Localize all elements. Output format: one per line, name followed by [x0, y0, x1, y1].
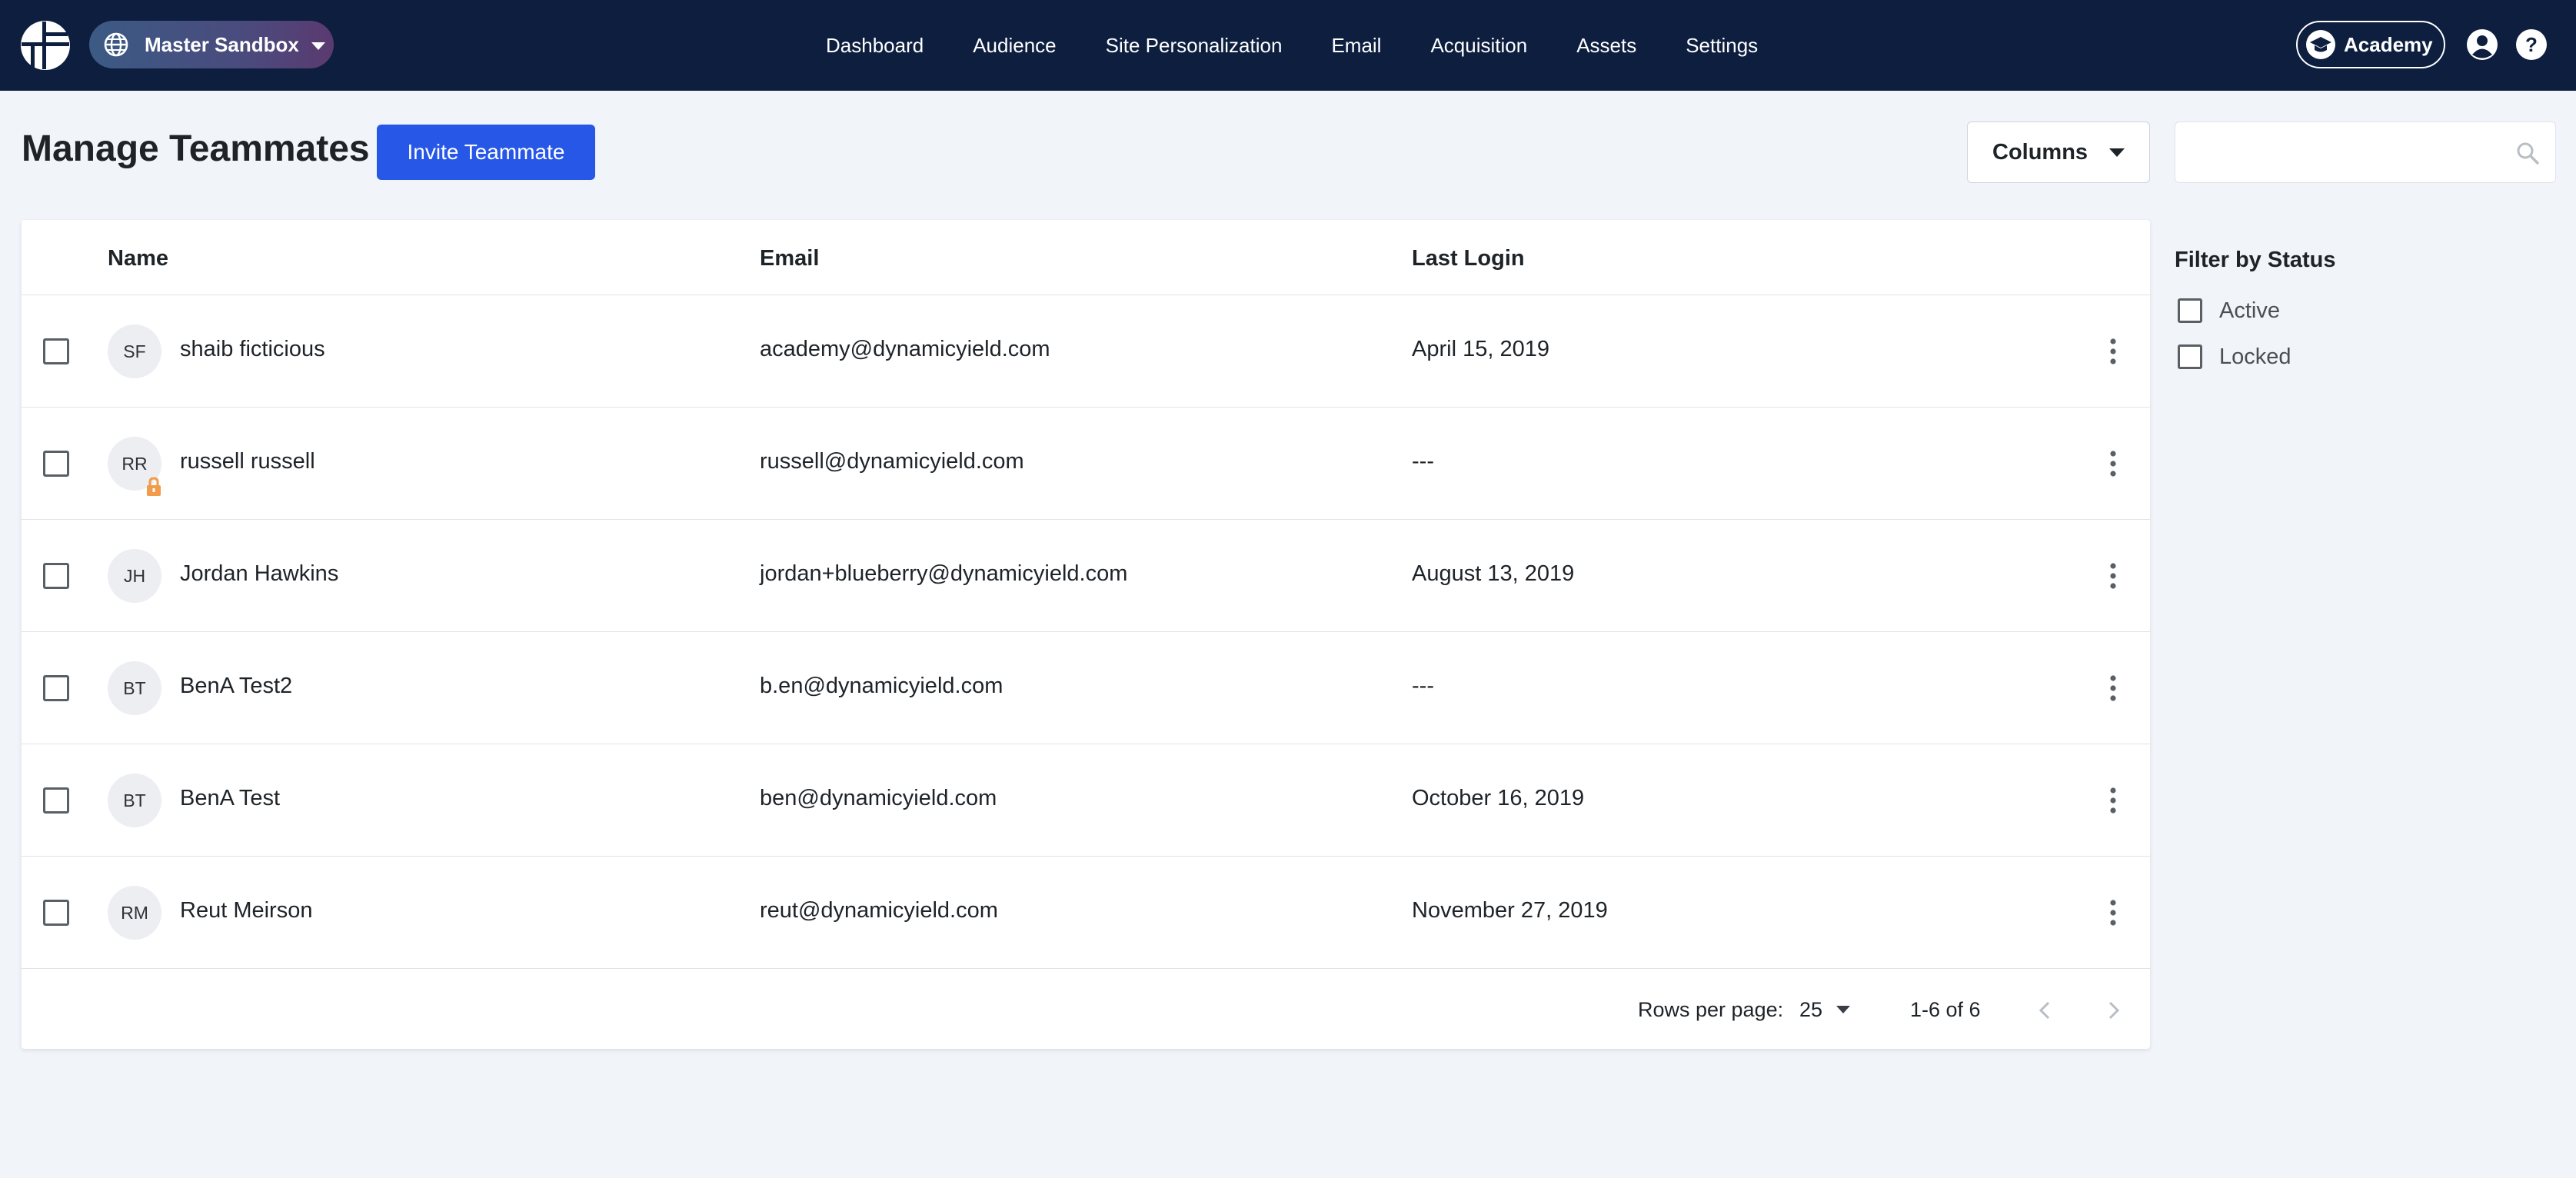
more-options-icon[interactable]	[2105, 334, 2121, 369]
last-login: April 15, 2019	[1412, 337, 1549, 361]
teammate-email: russell@dynamicyield.com	[760, 449, 1024, 474]
logo-icon[interactable]	[20, 20, 71, 71]
column-header-name[interactable]: Name	[108, 246, 168, 271]
last-login: November 27, 2019	[1412, 898, 1608, 923]
page-title: Manage Teammates	[22, 128, 370, 169]
table-row[interactable]: JH Jordan Hawkins jordan+blueberry@dynam…	[22, 520, 2150, 632]
search-box	[2175, 121, 2556, 183]
row-checkbox[interactable]	[43, 451, 69, 477]
chevron-right-icon[interactable]	[2098, 995, 2128, 1026]
table-row[interactable]: SF shaib ficticious academy@dynamicyield…	[22, 295, 2150, 408]
teammate-email: ben@dynamicyield.com	[760, 786, 997, 810]
globe-icon	[104, 32, 128, 57]
column-header-last-login[interactable]: Last Login	[1412, 246, 1525, 271]
teammate-email: b.en@dynamicyield.com	[760, 674, 1003, 698]
row-checkbox[interactable]	[43, 338, 69, 364]
table-row[interactable]: BT BenA Test ben@dynamicyield.com Octobe…	[22, 744, 2150, 857]
chevron-left-icon[interactable]	[2030, 995, 2061, 1026]
filter-checkbox-locked[interactable]	[2178, 344, 2202, 369]
last-login: ---	[1412, 674, 1434, 698]
avatar: BT	[108, 661, 161, 715]
table-row[interactable]: BT BenA Test2 b.en@dynamicyield.com ---	[22, 632, 2150, 744]
row-checkbox[interactable]	[43, 900, 69, 926]
last-login: August 13, 2019	[1412, 561, 1575, 586]
row-checkbox[interactable]	[43, 787, 69, 814]
lock-icon	[147, 477, 161, 496]
teammate-email: reut@dynamicyield.com	[760, 898, 998, 923]
teammate-name: shaib ficticious	[180, 337, 325, 361]
filter-checkbox-active[interactable]	[2178, 298, 2202, 323]
table-header: Name Email Last Login	[22, 220, 2150, 295]
filter-title: Filter by Status	[2175, 248, 2336, 272]
chevron-down-icon	[311, 42, 325, 50]
environment-name: Master Sandbox	[145, 32, 299, 56]
table-pagination: Rows per page: 25 1-6 of 6	[22, 972, 2150, 1049]
academy-label: Academy	[2344, 32, 2433, 56]
nav-site-personalization[interactable]: Site Personalization	[1106, 34, 1283, 58]
nav-dashboard[interactable]: Dashboard	[826, 34, 924, 58]
more-options-icon[interactable]	[2105, 446, 2121, 481]
rows-per-page-select[interactable]: 25	[1799, 990, 1851, 1029]
search-input[interactable]	[2175, 122, 2498, 182]
environment-selector[interactable]: Master Sandbox	[89, 21, 334, 68]
more-options-icon[interactable]	[2105, 895, 2121, 930]
teammate-name: Jordan Hawkins	[180, 561, 339, 586]
teammate-name: BenA Test	[180, 786, 281, 810]
columns-dropdown[interactable]: Columns	[1967, 121, 2150, 183]
main-nav: Dashboard Audience Site Personalization …	[826, 0, 1807, 91]
teammate-name: Reut Meirson	[180, 898, 313, 923]
avatar: BT	[108, 774, 161, 827]
row-checkbox[interactable]	[43, 563, 69, 589]
columns-label: Columns	[1992, 139, 2088, 165]
more-options-icon[interactable]	[2105, 671, 2121, 706]
avatar: SF	[108, 324, 161, 378]
chevron-down-icon	[1836, 1006, 1851, 1013]
teammate-name: russell russell	[180, 449, 315, 474]
search-icon[interactable]	[2515, 141, 2540, 165]
more-options-icon[interactable]	[2105, 783, 2121, 818]
teammate-name: BenA Test2	[180, 674, 293, 698]
more-options-icon[interactable]	[2105, 558, 2121, 594]
avatar: JH	[108, 549, 161, 603]
help-icon[interactable]: ?	[2514, 28, 2548, 62]
nav-settings[interactable]: Settings	[1686, 34, 1758, 58]
academy-button[interactable]: Academy	[2296, 21, 2445, 68]
teammate-email: jordan+blueberry@dynamicyield.com	[760, 561, 1128, 586]
nav-audience[interactable]: Audience	[973, 34, 1056, 58]
teammate-email: academy@dynamicyield.com	[760, 337, 1050, 361]
rows-per-page-value: 25	[1799, 997, 1823, 1021]
rows-per-page-label: Rows per page:	[1638, 998, 1784, 1021]
table-row[interactable]: RR russell russell russell@dynamicyield.…	[22, 408, 2150, 520]
user-icon[interactable]	[2465, 28, 2499, 62]
chevron-down-icon	[2109, 148, 2125, 157]
last-login: October 16, 2019	[1412, 786, 1585, 810]
filter-option-active[interactable]: Active	[2178, 295, 2280, 326]
nav-acquisition[interactable]: Acquisition	[1430, 34, 1527, 58]
row-checkbox[interactable]	[43, 675, 69, 701]
nav-email[interactable]: Email	[1331, 34, 1381, 58]
nav-assets[interactable]: Assets	[1576, 34, 1636, 58]
teammates-table: Name Email Last Login SF shaib ficticiou…	[22, 220, 2150, 1049]
avatar: RM	[108, 886, 161, 940]
top-navigation-bar: Master Sandbox Dashboard Audience Site P…	[0, 0, 2576, 91]
column-header-email[interactable]: Email	[760, 246, 819, 271]
filter-label-active: Active	[2219, 298, 2280, 323]
svg-text:?: ?	[2525, 33, 2538, 56]
table-row[interactable]: RM Reut Meirson reut@dynamicyield.com No…	[22, 857, 2150, 969]
pagination-range: 1-6 of 6	[1910, 998, 1981, 1021]
invite-teammate-button[interactable]: Invite Teammate	[377, 125, 595, 180]
filter-label-locked: Locked	[2219, 344, 2291, 369]
graduation-cap-icon	[2306, 30, 2335, 59]
filter-option-locked[interactable]: Locked	[2178, 341, 2291, 372]
last-login: ---	[1412, 449, 1434, 474]
